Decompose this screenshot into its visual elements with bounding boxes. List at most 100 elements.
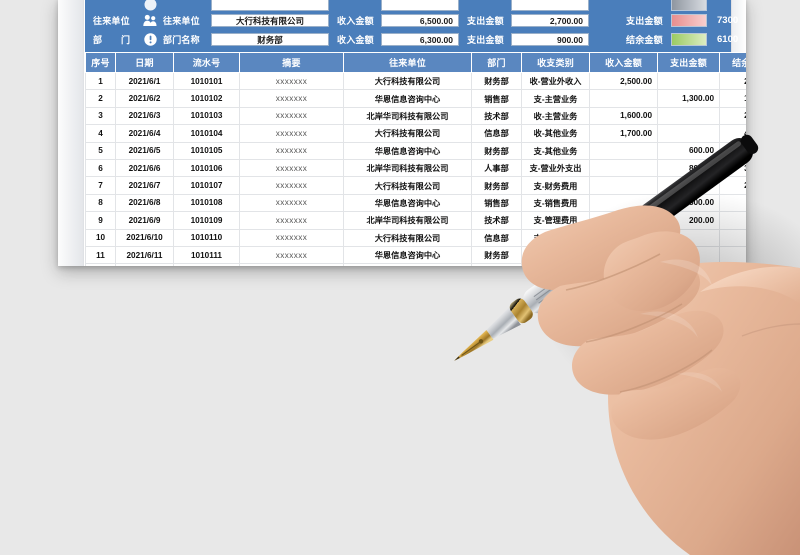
col-header-balance[interactable]: 结余金额	[719, 52, 746, 73]
cell-category[interactable]: 收-主营业务	[521, 246, 590, 265]
cell-serial[interactable]	[173, 263, 240, 266]
cell-summary[interactable]: xxxxxxx	[239, 72, 344, 91]
dept-income-value[interactable]: 6,300.00	[381, 33, 459, 46]
cell-dept[interactable]: 财务部	[471, 176, 522, 195]
row0-income-value[interactable]	[381, 0, 459, 11]
col-header-index[interactable]: 序号	[85, 52, 116, 73]
cell-party[interactable]: 北岸华司科技有限公司	[343, 211, 472, 230]
cell-category[interactable]: 支-财务费用	[521, 176, 590, 195]
col-header-party[interactable]: 往来单位	[343, 52, 472, 73]
cell-dept[interactable]: 技术部	[471, 107, 522, 126]
cell-index[interactable]: 5	[85, 142, 116, 160]
cell-summary[interactable]: xxxxxxx	[239, 176, 344, 195]
cell-summary[interactable]: xxxxxxx	[239, 159, 344, 178]
cell-category[interactable]: 支-销售费用	[521, 194, 590, 213]
cell-income[interactable]	[589, 89, 658, 108]
cell-index[interactable]	[85, 263, 116, 266]
cell-income[interactable]	[589, 229, 658, 247]
cell-index[interactable]: 8	[85, 194, 116, 213]
cell-category[interactable]: 支-其他业务	[521, 142, 590, 160]
table-row[interactable]: 9 2021/6/9 1010109 xxxxxxx 北岸华司科技有限公司 技术部 支-管理…	[85, 211, 746, 230]
col-header-serial[interactable]: 流水号	[173, 52, 240, 73]
cell-serial[interactable]: 1010102	[173, 89, 240, 108]
cell-date[interactable]: 2021/6/5	[115, 142, 174, 160]
cell-dept[interactable]: 财务部	[471, 142, 522, 160]
table-row[interactable]: 8 2021/6/8 1010108 xxxxxxx 华恩信息咨询中心 销售部 支-销售费用…	[85, 194, 746, 213]
cell-summary[interactable]: xxxxxxx	[239, 142, 344, 160]
cell-balance[interactable]: 2,500.00	[719, 72, 746, 91]
cell-date[interactable]: 2021/6/4	[115, 124, 174, 143]
cell-category[interactable]: 收-其他业务	[521, 124, 590, 143]
cell-party[interactable]	[343, 263, 472, 266]
cell-summary[interactable]: xxxxxxx	[239, 107, 344, 126]
table-row[interactable]: 3 2021/6/3 1010103 xxxxxxx 北岸华司科技有限公司 技术部 收-主营…	[85, 107, 746, 126]
cell-balance[interactable]	[719, 229, 746, 247]
cell-index[interactable]: 9	[85, 211, 116, 230]
cell-dept[interactable]: 财务部	[471, 72, 522, 91]
cell-summary[interactable]: xxxxxxx	[239, 246, 344, 265]
cell-balance[interactable]: 3,100.00	[719, 159, 746, 178]
cell-balance[interactable]: 2,800.00	[719, 176, 746, 195]
col-header-category[interactable]: 收支类别	[521, 52, 590, 73]
cell-serial[interactable]: 1010105	[173, 142, 240, 160]
cell-expense[interactable]: 200.00	[657, 211, 720, 230]
cell-summary[interactable]: xxxxxxx	[239, 194, 344, 213]
cell-category[interactable]: 支-工资支出	[521, 229, 590, 247]
table-row[interactable]: 10 2021/6/10 1010110 xxxxxxx 大行科技有限公司 信息部 支-工资…	[85, 229, 746, 247]
cell-party[interactable]: 北岸华司科技有限公司	[343, 159, 472, 178]
cell-index[interactable]: 4	[85, 124, 116, 143]
cell-category[interactable]: 收-主营业务	[521, 107, 590, 126]
cell-party[interactable]: 华恩信息咨询中心	[343, 89, 472, 108]
cell-summary[interactable]: xxxxxxx	[239, 89, 344, 108]
cell-income[interactable]	[589, 211, 658, 230]
cell-date[interactable]: 2021/6/1	[115, 72, 174, 91]
cell-party[interactable]: 大行科技有限公司	[343, 72, 472, 91]
col-header-income[interactable]: 收入金额	[589, 52, 658, 73]
cell-expense[interactable]	[657, 263, 720, 266]
table-row[interactable]: 4 2021/6/4 1010104 xxxxxxx 大行科技有限公司 信息部 收-其他业务…	[85, 124, 746, 143]
cell-index[interactable]: 2	[85, 89, 116, 108]
cell-party[interactable]: 华恩信息咨询中心	[343, 142, 472, 160]
cell-expense[interactable]	[657, 124, 720, 143]
table-row[interactable]	[85, 263, 746, 266]
cell-dept[interactable]	[471, 263, 522, 266]
table-row[interactable]: 11 2021/6/11 1010111 xxxxxxx 华恩信息咨询中心 财务部 收-主营…	[85, 246, 746, 265]
cell-balance[interactable]: 2,800.00	[719, 107, 746, 126]
cell-date[interactable]: 2021/6/6	[115, 159, 174, 178]
cell-balance[interactable]	[719, 211, 746, 230]
cell-balance[interactable]	[719, 246, 746, 265]
dept-name-input[interactable]: 财务部	[211, 33, 329, 46]
cell-income[interactable]: 1,600.00	[589, 107, 658, 126]
cell-category[interactable]: 支-管理费用	[521, 211, 590, 230]
cell-expense[interactable]: 300.00	[657, 176, 720, 195]
cell-balance[interactable]	[719, 263, 746, 266]
cell-dept[interactable]: 信息部	[471, 229, 522, 247]
cell-serial[interactable]: 1010108	[173, 194, 240, 213]
cell-summary[interactable]	[239, 263, 344, 266]
cell-balance[interactable]	[719, 194, 746, 213]
col-header-summary[interactable]: 摘要	[239, 52, 344, 73]
cell-dept[interactable]: 销售部	[471, 89, 522, 108]
col-header-expense[interactable]: 支出金额	[657, 52, 720, 73]
cell-summary[interactable]: xxxxxxx	[239, 124, 344, 143]
cell-income[interactable]	[589, 194, 658, 213]
cell-category[interactable]: 收-营业外收入	[521, 72, 590, 91]
cell-date[interactable]: 2021/6/3	[115, 107, 174, 126]
cell-serial[interactable]: 1010106	[173, 159, 240, 178]
cell-income[interactable]: 1,500.00	[589, 246, 658, 265]
cell-party[interactable]: 大行科技有限公司	[343, 176, 472, 195]
cell-expense[interactable]: 600.00	[657, 142, 720, 160]
cell-date[interactable]: 2021/6/9	[115, 211, 174, 230]
cell-income[interactable]: 2,500.00	[589, 72, 658, 91]
dept-expense-value[interactable]: 900.00	[511, 33, 589, 46]
cell-serial[interactable]: 1010107	[173, 176, 240, 195]
col-header-dept[interactable]: 部门	[471, 52, 522, 73]
cell-dept[interactable]: 财务部	[471, 246, 522, 265]
row0-expense-value[interactable]	[511, 0, 589, 11]
cell-expense[interactable]	[657, 229, 720, 247]
cell-balance[interactable]: 3,900.00	[719, 142, 746, 160]
cell-party[interactable]: 大行科技有限公司	[343, 229, 472, 247]
cell-income[interactable]	[589, 142, 658, 160]
cell-expense[interactable]	[657, 72, 720, 91]
cell-serial[interactable]: 1010104	[173, 124, 240, 143]
